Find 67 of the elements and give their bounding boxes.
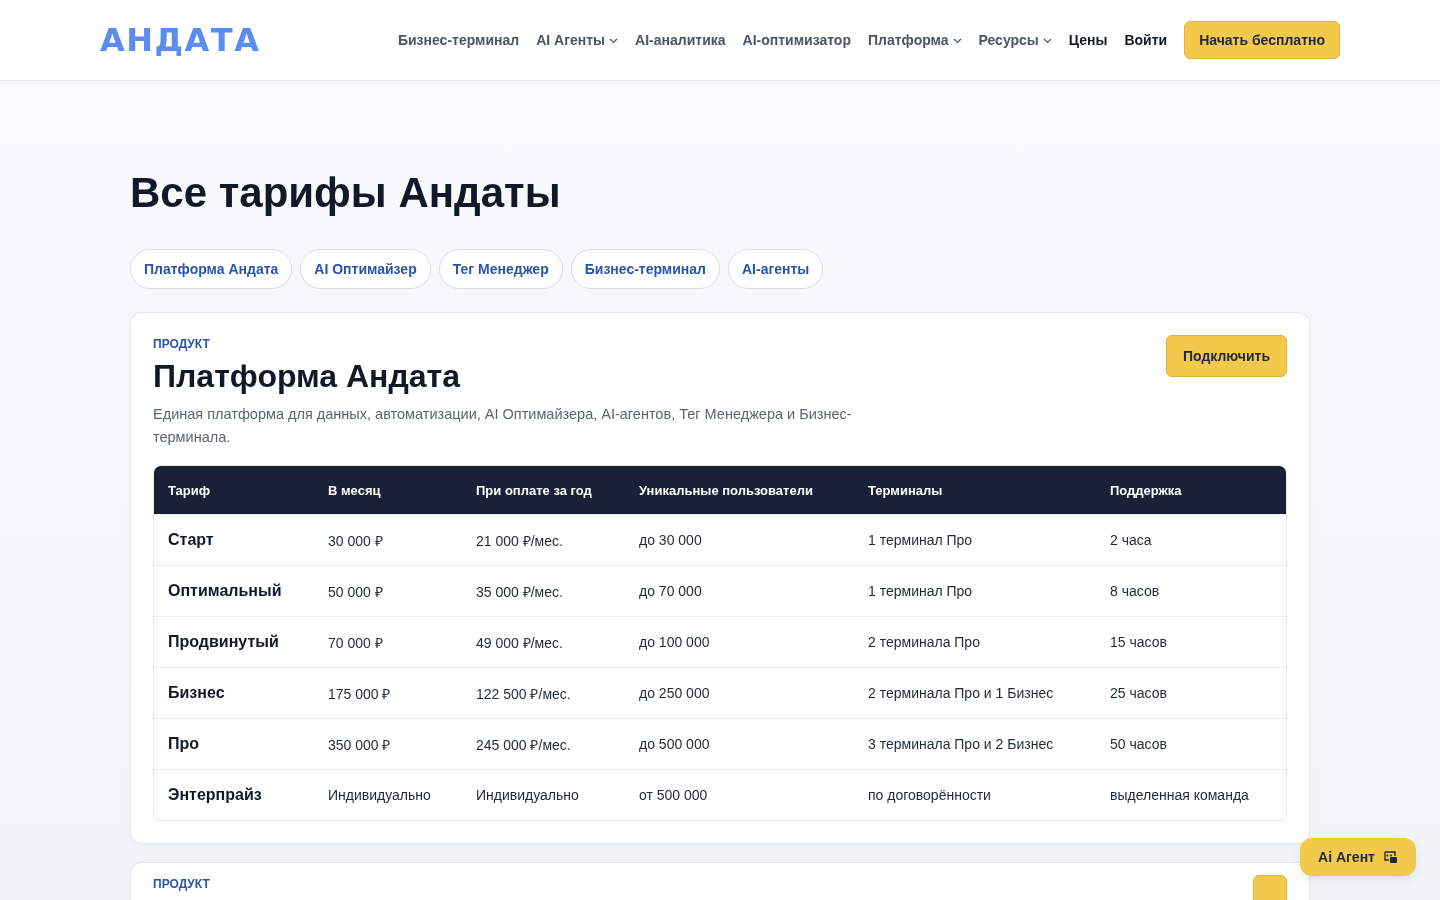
caret-icon [1042,38,1052,44]
table-cell-text: Про [168,735,201,753]
chat-icon [1382,850,1398,864]
table-cell-text: 1 терминал Про [868,532,974,548]
table-cell-text: до 500 000 [639,736,711,752]
table-cell-text: 50 часов [1110,736,1168,752]
column-header: Тариф [168,482,212,498]
table-cell-text: Бизнес [168,684,226,702]
table-cell-text: 35 000 ₽/мес. [476,582,564,601]
table-cell-text: 245 000 ₽/мес. [476,735,572,754]
nav-link[interactable]: AI Агенты [536,32,619,48]
table-cell-text: 175 000 ₽ [328,684,392,703]
table-cell-text: 2 терминала Про [868,634,981,650]
table-cell-text: 70 000 ₽ [328,633,384,652]
caret-icon [609,38,619,44]
product-name: Платформа Андата [153,357,462,395]
table-cell-text: 1 терминал Про [868,583,974,599]
product-label: ПРОДУКТ [153,337,211,351]
table-cell-text: 21 000 ₽/мес. [476,531,564,550]
column-header: При оплате за год [476,482,593,498]
caret-icon [952,38,962,44]
table-cell-text: Продвинутый [168,633,280,651]
ai-agent-button[interactable]: Ai Агент [1300,838,1416,876]
product-chip[interactable]: AI-агенты [727,249,824,289]
table-cell-text: Энтерпрайз [168,786,263,804]
table-cell-text: от 500 000 [639,787,709,803]
table-cell-text: 8 часов [1110,583,1161,599]
table-cell-text: до 30 000 [639,532,703,548]
nav-link[interactable]: AI-оптимизатор [742,32,851,48]
column-header: В месяц [328,482,382,498]
table-cell-text: до 70 000 [639,583,703,599]
product-chip[interactable]: AI Оптимайзер [300,249,431,289]
nav-link[interactable]: Войти [1124,32,1168,48]
table-cell-text: 122 500 ₽/мес. [476,684,572,703]
table-cell-text: 2 часа [1110,532,1153,548]
product-description: Единая платформа для данных, автоматизации, AI Оптимайзера, AI-агентов, Тег Менеджера и Бизнес-терминала. [153,405,853,447]
start-free-button[interactable]: Начать бесплатно [1184,21,1340,59]
column-header: Уникальные пользователи [639,482,814,498]
product-chip[interactable]: Платформа Андата [130,249,293,289]
page-title: Все тарифы Андаты [130,169,562,217]
table-cell-text: 25 часов [1110,685,1168,701]
nav-link[interactable]: Бизнес-терминал [397,32,520,48]
table-cell-text: по договорённости [868,787,992,803]
product-label: ПРОДУКТ [153,877,211,891]
nav-link[interactable]: Цены [1068,32,1108,48]
table-cell-text: Старт [168,531,215,549]
product-chip[interactable]: Бизнес-терминал [570,249,720,289]
table-cell-text: 30 000 ₽ [328,531,384,550]
product-chip[interactable]: Тег Менеджер [438,249,563,289]
column-header: Поддержка [1110,482,1183,498]
table-cell-text: 350 000 ₽ [328,735,392,754]
table-cell-text: Индивидуально [328,787,432,803]
table-cell-text: 49 000 ₽/мес. [476,633,564,652]
nav-link[interactable]: Ресурсы [978,32,1052,48]
table-cell-text: выделенная команда [1110,787,1250,803]
table-cell-text: 15 часов [1110,634,1168,650]
table-cell-text: 2 терминала Про и 1 Бизнес [868,685,1055,701]
nav-link[interactable]: AI-аналитика [635,32,726,48]
connect-button[interactable]: Подключить [1166,335,1287,377]
table-cell-text: Оптимальный [168,582,283,600]
nav-link[interactable]: Платформа [867,32,962,48]
column-header: Терминалы [868,482,944,498]
table-cell-text: Индивидуально [476,787,580,803]
table-cell-text: до 100 000 [639,634,711,650]
table-cell-text: 50 000 ₽ [328,582,384,601]
table-cell-text: до 250 000 [639,685,711,701]
table-cell-text: 3 терминала Про и 2 Бизнес [868,736,1055,752]
